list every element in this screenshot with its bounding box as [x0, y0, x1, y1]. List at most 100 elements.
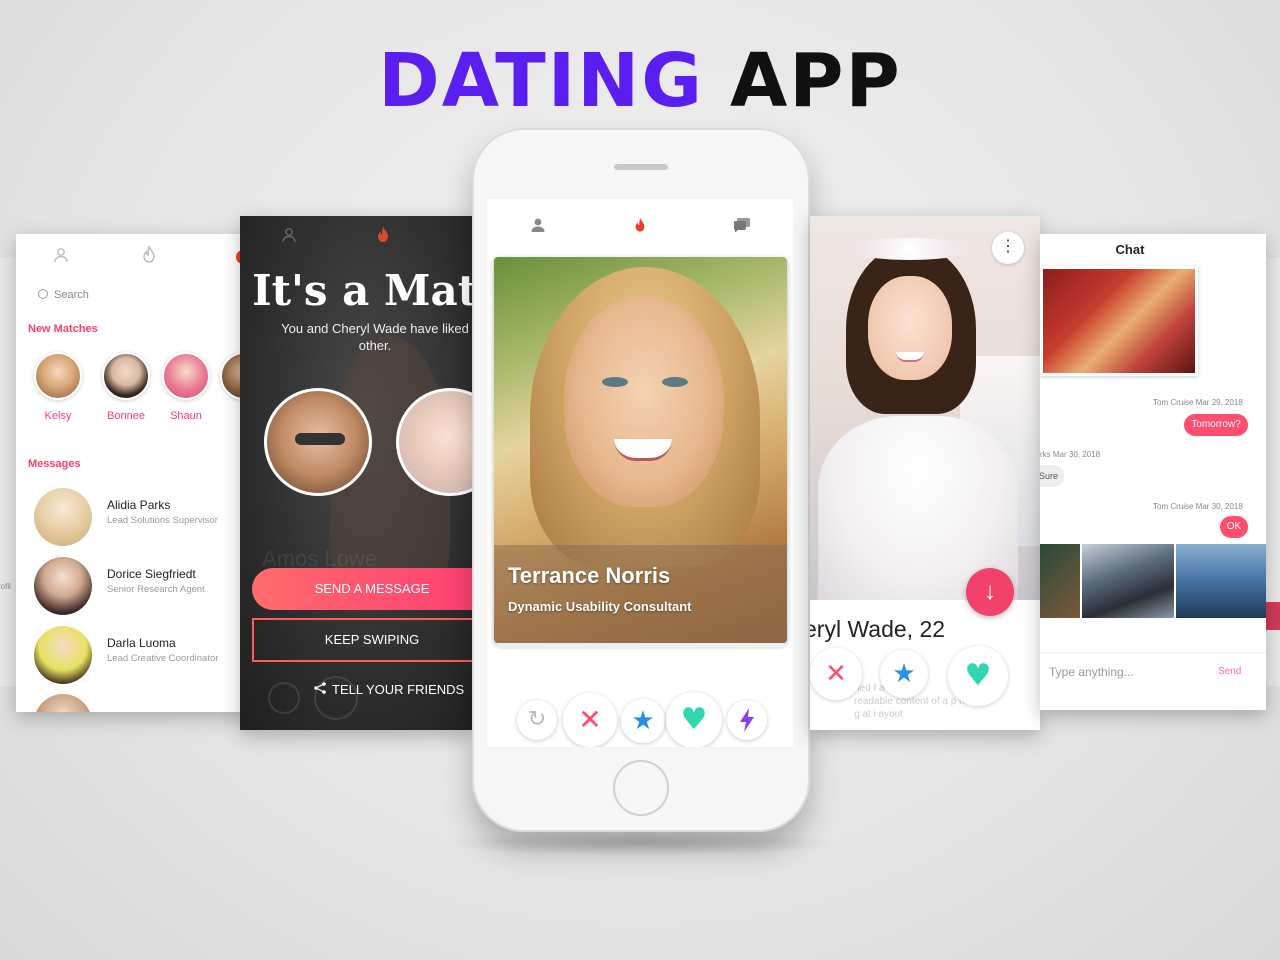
chat-title: Chat: [1115, 242, 1145, 257]
send-message-button[interactable]: SEND A MESSAGE: [252, 568, 472, 610]
rewind-icon: [268, 682, 300, 714]
chat-photo-thumb[interactable]: [1176, 544, 1266, 618]
message-sender-name: Dorice Siegfriedt: [107, 567, 196, 581]
message-list-item[interactable]: Darla Luoma Lead Creative Coordinator: [34, 622, 244, 684]
phone-shadow: [440, 830, 840, 856]
avatar: [34, 557, 92, 615]
message-sender-role: Senior Research Agent: [107, 584, 205, 595]
title-word-dating: DATING: [378, 38, 704, 124]
profile-photo: [810, 216, 1040, 600]
card-eye-left: [602, 377, 628, 387]
avatar: [34, 488, 92, 546]
profile-tab-icon[interactable]: [46, 242, 76, 272]
new-match-item[interactable]: Kelsy: [28, 352, 88, 422]
avatar: [34, 626, 92, 684]
chat-bubble-received: Sure: [1040, 465, 1064, 487]
chat-photo-thumb[interactable]: [1040, 544, 1080, 618]
match-screen: It's a Matc You and Cheryl Wade have lik…: [240, 216, 472, 730]
match-subtitle-line1: You and Cheryl Wade have liked: [281, 321, 469, 336]
flame-tab-icon[interactable]: [625, 213, 655, 243]
message-sender-role: Lead Creative Coordinator: [107, 653, 219, 664]
flame-tab-icon[interactable]: [134, 242, 164, 272]
profile-icon: [531, 218, 545, 232]
match-name: Shaun: [170, 410, 202, 422]
nope-button[interactable]: ✕: [810, 648, 862, 700]
chat-photo-strip: [1040, 544, 1266, 618]
avatar: [34, 694, 92, 712]
flame-icon: [143, 245, 155, 263]
like-button[interactable]: ♥: [948, 646, 1008, 706]
like-icon: ♥: [680, 702, 708, 737]
share-icon: [314, 682, 326, 694]
match-name: Bonnee: [107, 410, 145, 422]
chat-shared-photo[interactable]: [1040, 266, 1198, 376]
superlike-icon: ★: [631, 706, 655, 736]
profile-tab-icon[interactable]: [523, 213, 553, 243]
right-background-strip: [1264, 258, 1280, 686]
like-icon: ♥: [964, 658, 992, 693]
more-vertical-icon: ⋮: [1000, 238, 1016, 255]
boost-icon: [740, 708, 754, 732]
profile-bio-line: g at i ayout: [854, 709, 903, 720]
card-role: Dynamic Usability Consultant: [508, 599, 692, 614]
nope-icon: ✕: [825, 659, 847, 689]
collapse-profile-button[interactable]: ↓: [966, 568, 1014, 616]
avatar: [162, 352, 210, 400]
chat-message-input[interactable]: Type anything...: [1049, 665, 1134, 679]
flame-icon: [635, 217, 645, 232]
like-button[interactable]: ♥: [666, 692, 722, 747]
new-matches-heading: New Matches: [28, 323, 98, 335]
flower-crown: [848, 238, 972, 260]
match-name: Kelsy: [44, 410, 72, 422]
nope-icon: ✕: [578, 703, 602, 736]
flame-icon: [378, 226, 388, 242]
messages-heading: Messages: [28, 458, 81, 470]
superlike-button[interactable]: ★: [621, 699, 665, 743]
title-word-app: APP: [729, 38, 902, 124]
matches-screen: Search New Matches Kelsy Bonnee Shaun C …: [16, 234, 246, 712]
search-input[interactable]: Search: [28, 284, 238, 306]
match-subtitle-line2: other.: [358, 338, 392, 353]
flame-tab-icon[interactable]: [368, 222, 398, 252]
nope-button[interactable]: ✕: [563, 693, 617, 747]
profile-card[interactable]: Terrance Norris Dynamic Usability Consul…: [494, 257, 787, 643]
chat-input-bar: Type anything... Send: [1040, 652, 1266, 692]
boost-button[interactable]: [727, 700, 767, 740]
arrow-down-icon: ↓: [984, 578, 996, 605]
message-sender-name: Alidia Parks: [107, 498, 171, 512]
card-stack-edge: [497, 643, 784, 649]
more-options-button[interactable]: ⋮: [992, 232, 1024, 264]
chat-send-button[interactable]: Send: [1218, 666, 1241, 677]
new-match-item[interactable]: Bonnee: [96, 352, 156, 422]
profile-icon: [54, 248, 68, 263]
chat-screen: Chat Tom Cruise Mar 29, 2018 Tomorrow? r…: [1040, 234, 1266, 710]
chat-bubble-sent: Tomorrow?: [1184, 414, 1248, 436]
matches-tab-bar: [16, 242, 246, 278]
rewind-icon: ↻: [527, 707, 547, 732]
rewind-button[interactable]: ↻: [517, 700, 557, 740]
new-match-item[interactable]: Shaun: [156, 352, 216, 422]
message-list-item[interactable]: [34, 690, 244, 712]
match-subtitle: You and Cheryl Wade have liked other.: [260, 320, 472, 354]
keep-swiping-button[interactable]: KEEP SWIPING: [252, 618, 472, 662]
match-headline: It's a Matc: [252, 266, 472, 315]
home-button[interactable]: [613, 760, 669, 816]
phone-speaker: [614, 164, 668, 170]
page-title: DATING APP: [0, 38, 1280, 124]
message-sender-name: Darla Luoma: [107, 636, 176, 650]
profile-tab-icon[interactable]: [274, 222, 304, 252]
chat-photo-thumb[interactable]: [1082, 544, 1174, 618]
sunglasses: [295, 433, 345, 445]
chat-tab-icon[interactable]: [727, 213, 757, 243]
message-list-item[interactable]: Alidia Parks Lead Solutions Supervisor: [34, 484, 244, 546]
message-list-item[interactable]: Dorice Siegfriedt Senior Research Agent: [34, 553, 244, 615]
message-sender-role: Lead Solutions Supervisor: [107, 515, 218, 526]
profile-icon: [282, 228, 296, 243]
superlike-button[interactable]: ★: [880, 650, 928, 698]
left-strip-text: rofil: [0, 582, 11, 591]
profile-face: [868, 276, 952, 380]
search-icon: [38, 289, 48, 299]
tell-friends-link[interactable]: TELL YOUR FRIENDS: [314, 682, 464, 697]
right-strip-accent: [1266, 602, 1280, 630]
chat-message-meta: Tom Cruise Mar 30, 2018: [1153, 502, 1243, 511]
